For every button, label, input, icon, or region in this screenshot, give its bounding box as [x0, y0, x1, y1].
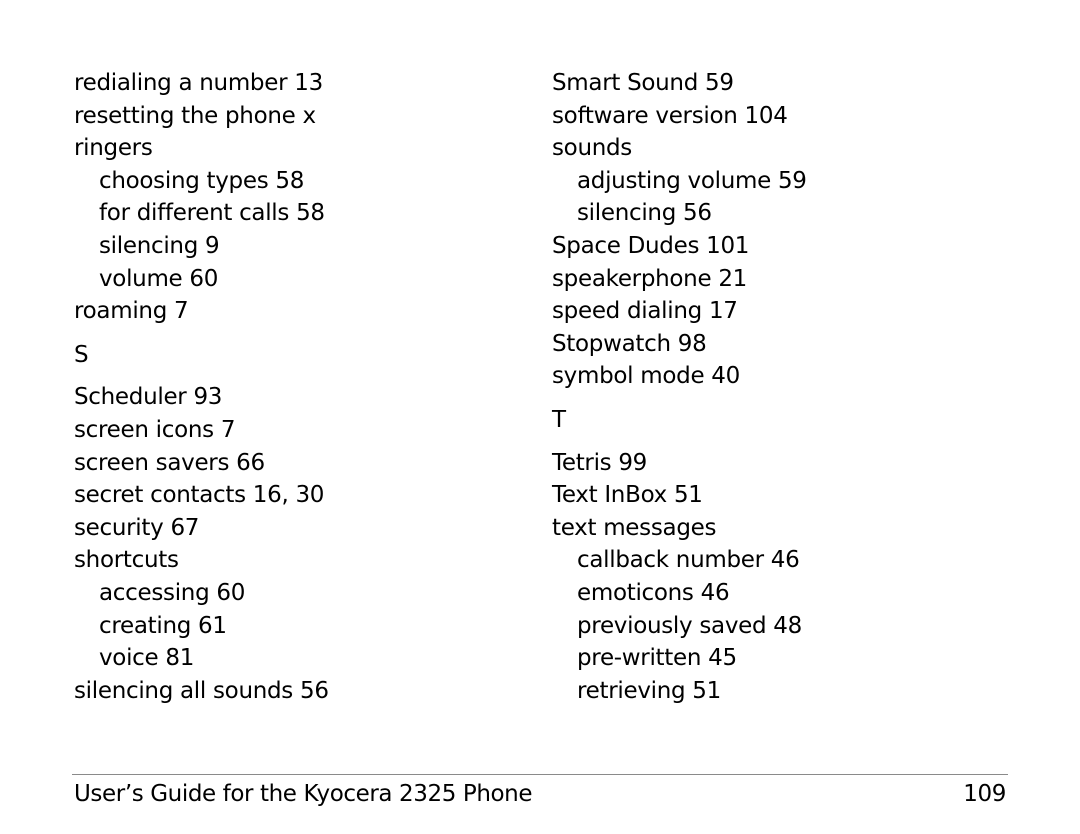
- index-entry: Smart Sound 59: [552, 70, 734, 96]
- index-entry: symbol mode 40: [552, 363, 740, 390]
- index-subentry: voice 81: [99, 645, 195, 672]
- index-subentry: creating 61: [99, 612, 227, 639]
- index-entry: secret contacts 16, 30: [74, 482, 325, 509]
- footer-divider: [72, 774, 1008, 775]
- index-entry: redialing a number 13: [74, 70, 323, 96]
- index-subentry: choosing types 58: [99, 167, 305, 194]
- index-subentry: for different calls 58: [99, 200, 325, 227]
- index-subentry: pre-written 45: [577, 645, 737, 672]
- index-entry: sounds: [552, 135, 632, 162]
- index-subentry: adjusting volume 59: [577, 167, 807, 194]
- index-entry: text messages: [552, 514, 717, 541]
- index-section-letter: T: [552, 406, 567, 433]
- index-subentry: emoticons 46: [577, 579, 730, 606]
- index-subentry: retrieving 51: [577, 677, 721, 704]
- page-number: 109: [963, 781, 1006, 807]
- index-entry: shortcuts: [74, 547, 179, 574]
- index-entry: roaming 7: [74, 298, 189, 325]
- index-entry: speed dialing 17: [552, 298, 738, 325]
- index-entry: screen savers 66: [74, 449, 265, 476]
- index-subentry: silencing 56: [577, 200, 712, 227]
- index-section-letter: S: [74, 341, 89, 368]
- index-subentry: accessing 60: [99, 579, 246, 606]
- index-entry: security 67: [74, 514, 200, 541]
- index-entry: silencing all sounds 56: [74, 677, 329, 704]
- index-entry: screen icons 7: [74, 416, 236, 443]
- index-entry: Tetris 99: [552, 449, 648, 476]
- index-subentry: silencing 9: [99, 232, 220, 259]
- index-subentry: callback number 46: [577, 547, 800, 574]
- index-entry: resetting the phone x: [74, 102, 316, 129]
- index-entry: ringers: [74, 135, 153, 162]
- index-right-column: Smart Sound 59 software version 104 sounds…: [552, 67, 807, 707]
- index-entry: Text InBox 51: [552, 482, 703, 509]
- index-entry: Scheduler 93: [74, 384, 223, 411]
- index-entry: software version 104: [552, 102, 788, 129]
- index-subentry: volume 60: [99, 265, 219, 292]
- index-entry: Stopwatch 98: [552, 330, 707, 357]
- footer-title: User’s Guide for the Kyocera 2325 Phone: [74, 781, 533, 807]
- index-entry: Space Dudes 101: [552, 232, 750, 259]
- index-subentry: previously saved 48: [577, 612, 802, 639]
- index-left-column: redialing a number 13 resetting the phone…: [74, 67, 329, 707]
- index-entry: speakerphone 21: [552, 265, 747, 292]
